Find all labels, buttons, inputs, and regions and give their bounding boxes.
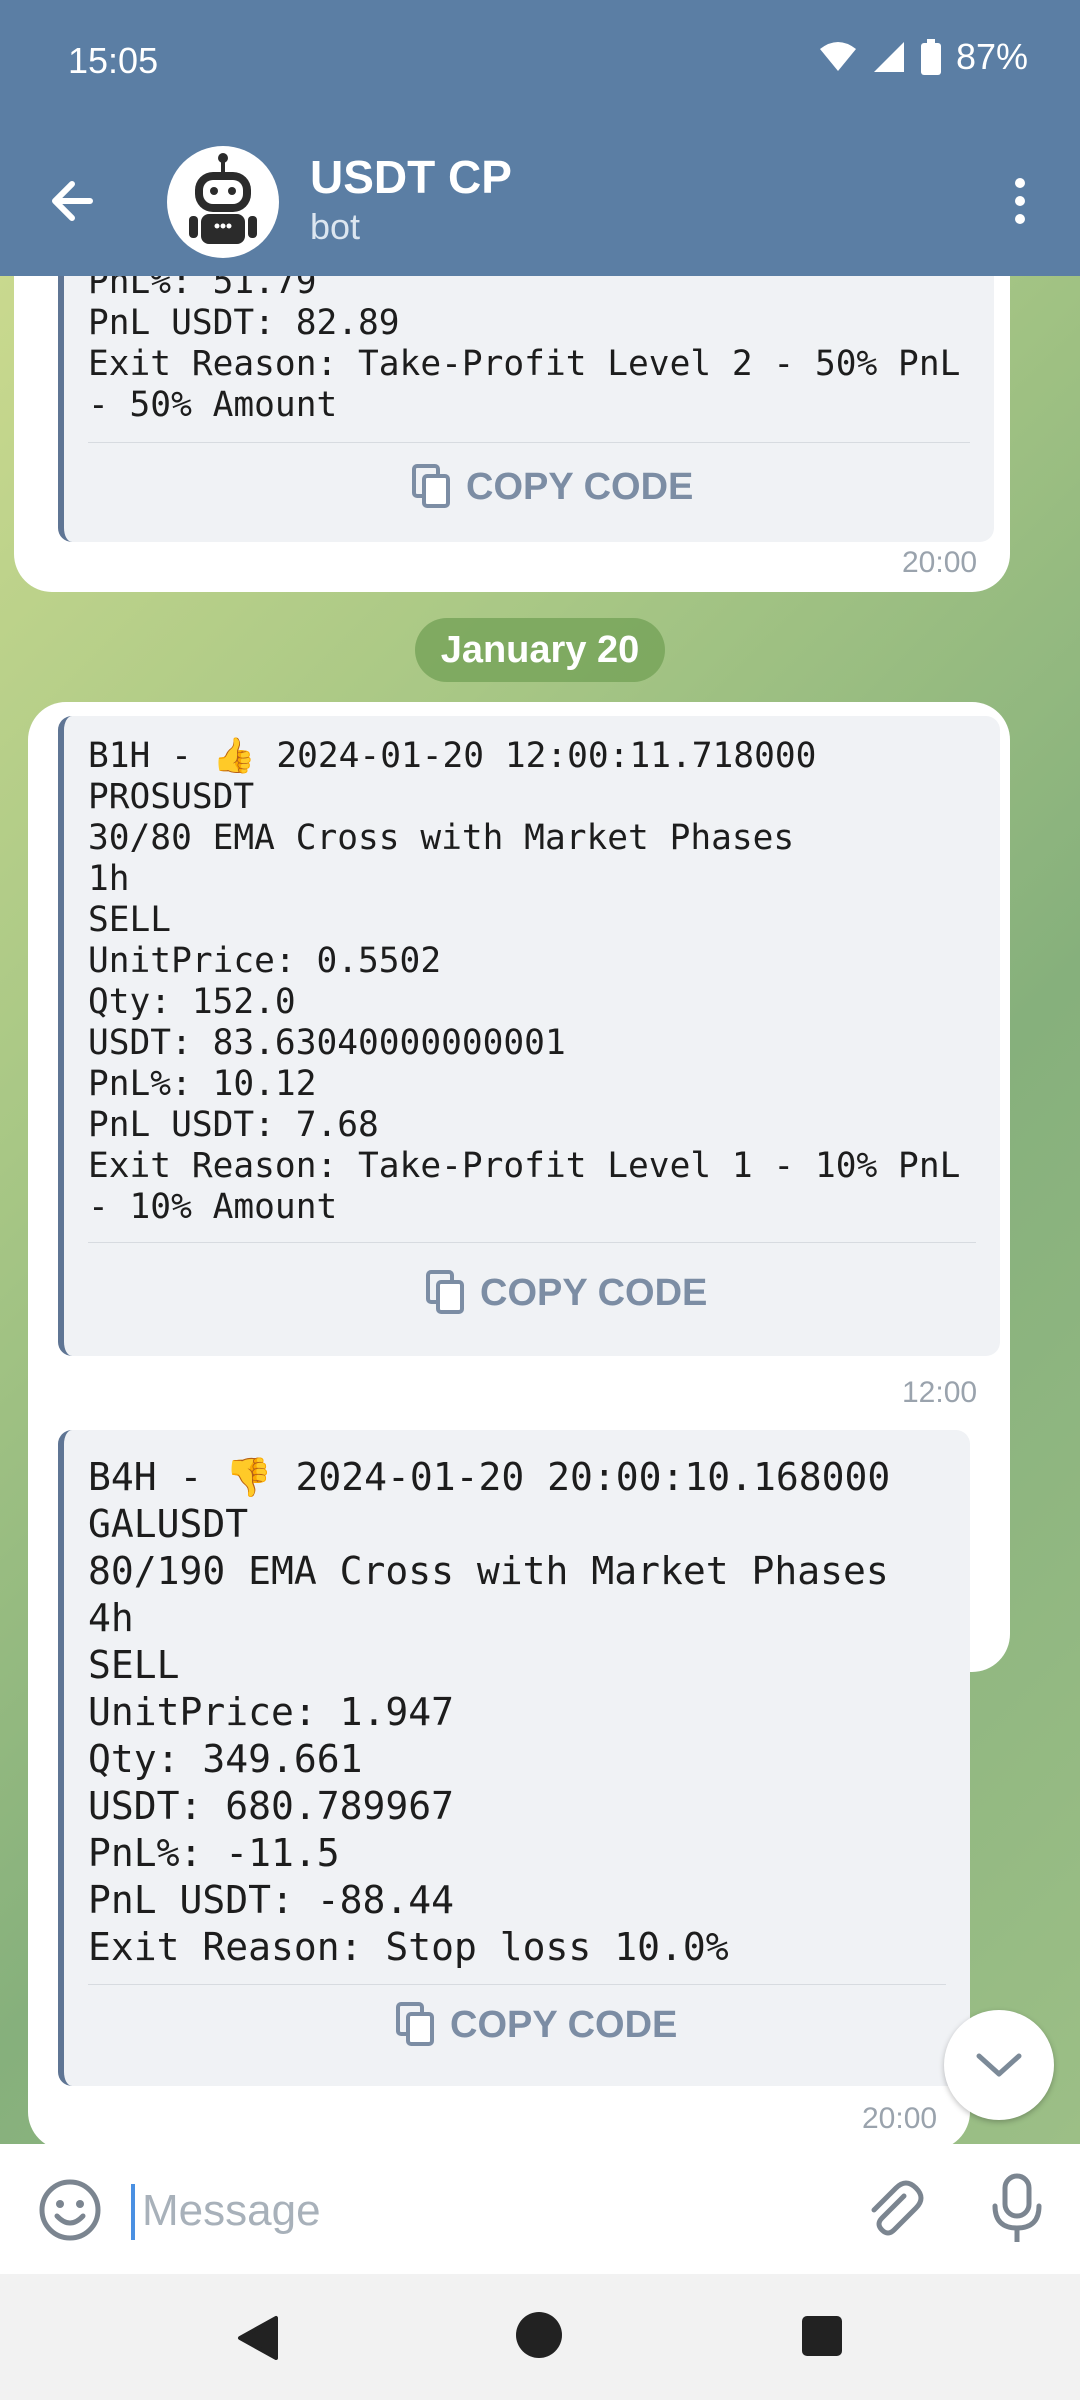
avatar[interactable] — [167, 146, 279, 258]
copy-icon — [426, 1270, 464, 1314]
copy-code-button[interactable]: COPY CODE — [424, 1270, 707, 1316]
code-text: B4H - 👎 2024-01-20 20:00:10.168000 GALUS… — [88, 1455, 891, 1969]
divider — [88, 1984, 946, 1985]
nav-recents-icon[interactable] — [802, 2316, 842, 2356]
message-time: 12:00 — [902, 1376, 978, 1409]
copy-icon — [396, 2002, 434, 2046]
wifi-icon — [819, 42, 856, 71]
status-bar: 15:05 87% — [0, 0, 1080, 126]
message-composer — [0, 2144, 1080, 2274]
more-vertical-icon[interactable] — [990, 171, 1050, 231]
nav-home-icon[interactable] — [516, 2312, 562, 2358]
date-separator: January 20 — [415, 618, 665, 682]
message-input[interactable] — [140, 2180, 824, 2242]
copy-code-label: COPY CODE — [466, 465, 694, 508]
code-block[interactable]: B1H - 👍 2024-01-20 12:00:11.718000 PROSU… — [58, 716, 1000, 1356]
status-icons: 87% — [818, 36, 1028, 78]
smiley-icon[interactable] — [38, 2178, 102, 2242]
paperclip-icon[interactable] — [860, 2176, 928, 2244]
message-bubble[interactable]: B4H - 👎 2024-01-20 20:00:10.168000 GALUS… — [28, 1416, 970, 2144]
battery-level: 87% — [955, 36, 1028, 77]
chat-header: USDT CP bot — [0, 126, 1080, 276]
divider — [88, 1242, 976, 1243]
nav-back-icon[interactable] — [236, 2314, 280, 2362]
robot-icon — [189, 153, 257, 244]
message-bubble[interactable]: PnL%: 51.79 PnL USDT: 82.89 Exit Reason:… — [14, 276, 1010, 592]
chevron-down-icon — [976, 2053, 1022, 2077]
status-time: 15:05 — [68, 40, 159, 81]
text-cursor — [131, 2184, 135, 2240]
code-block[interactable]: PnL%: 51.79 PnL USDT: 82.89 Exit Reason:… — [58, 276, 994, 542]
microphone-icon[interactable] — [985, 2172, 1049, 2244]
code-text: B1H - 👍 2024-01-20 12:00:11.718000 PROSU… — [88, 736, 961, 1227]
copy-icon — [412, 464, 450, 508]
code-text: PnL%: 51.79 PnL USDT: 82.89 Exit Reason:… — [88, 276, 961, 425]
chat-subtitle: bot — [310, 206, 361, 247]
copy-code-label: COPY CODE — [480, 1271, 708, 1314]
copy-code-button[interactable]: COPY CODE — [410, 464, 693, 510]
arrow-left-icon[interactable] — [40, 166, 110, 236]
message-time: 20:00 — [862, 2102, 938, 2135]
scroll-down-button[interactable] — [944, 2010, 1054, 2120]
system-nav-bar — [0, 2274, 1080, 2400]
signal-icon — [873, 42, 904, 72]
copy-code-button[interactable]: COPY CODE — [394, 2002, 677, 2048]
chat-title[interactable]: USDT CP — [310, 150, 512, 204]
battery-icon — [920, 39, 941, 75]
chat-area[interactable]: PnL%: 51.79 PnL USDT: 82.89 Exit Reason:… — [0, 276, 1080, 2144]
code-block[interactable]: B4H - 👎 2024-01-20 20:00:10.168000 GALUS… — [58, 1430, 970, 2086]
divider — [88, 442, 970, 443]
message-time: 20:00 — [902, 546, 978, 579]
copy-code-label: COPY CODE — [450, 2003, 678, 2046]
